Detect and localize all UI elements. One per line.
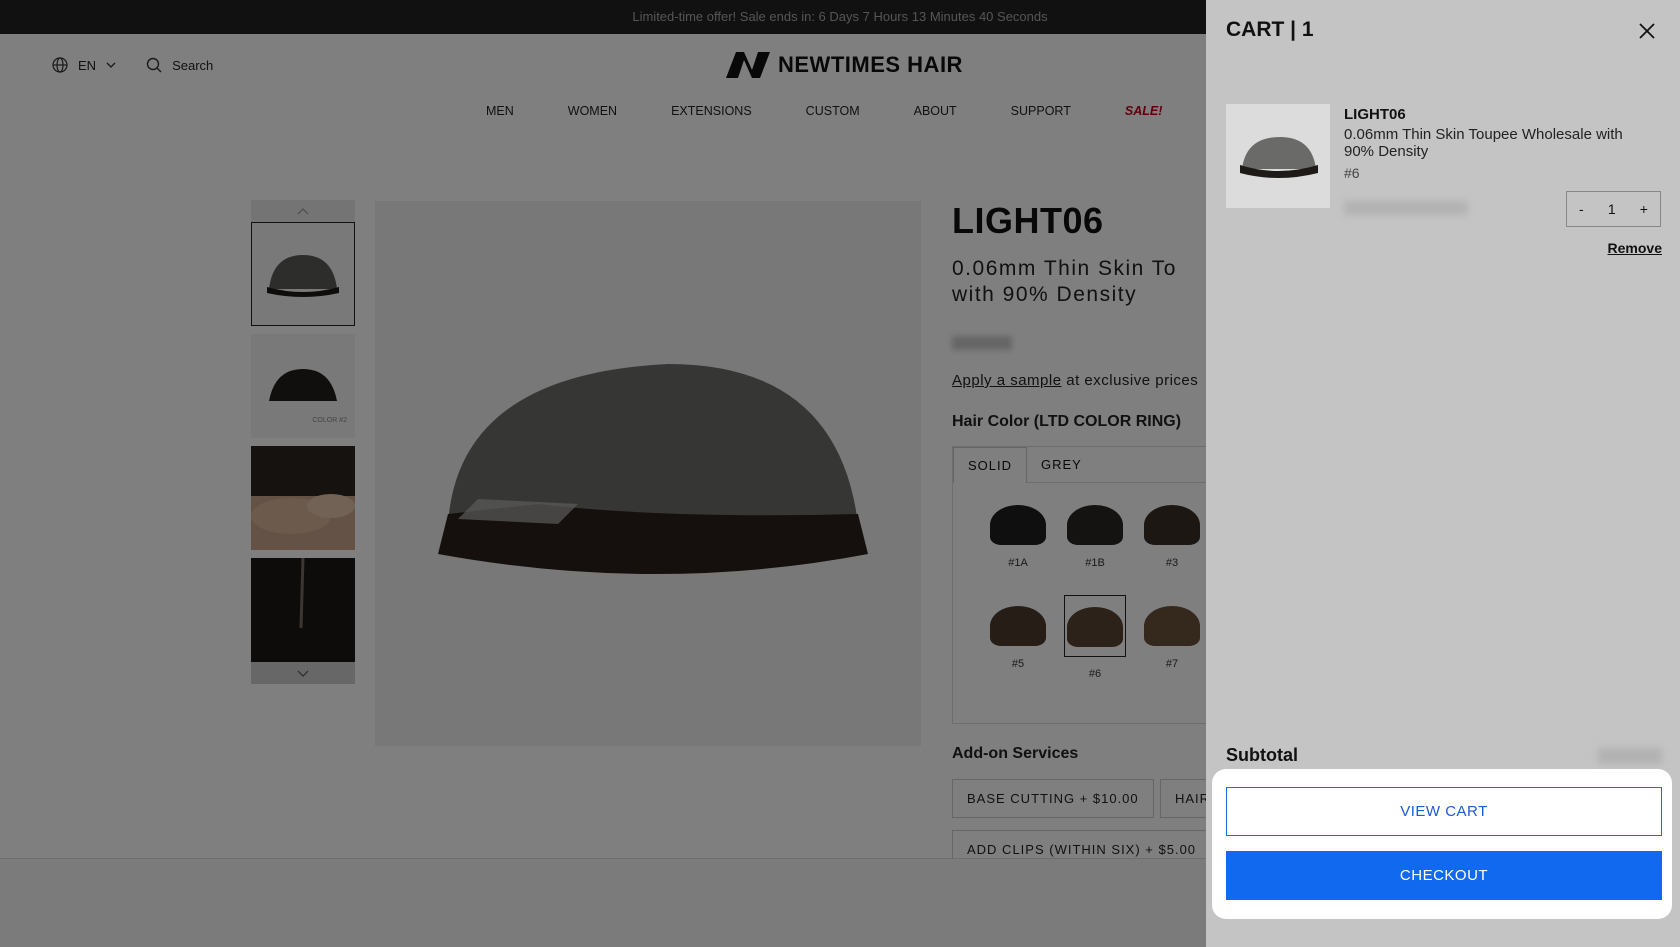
cart-item-description: 0.06mm Thin Skin Toupee Wholesale with 9…: [1344, 126, 1623, 160]
close-icon[interactable]: [1636, 20, 1658, 42]
quantity-value[interactable]: 1: [1608, 201, 1616, 217]
page-dim-overlay[interactable]: [0, 0, 1206, 947]
cart-actions-panel: VIEW CART CHECKOUT: [1212, 769, 1672, 919]
cart-item-variant: #6: [1344, 165, 1360, 181]
remove-item-link[interactable]: Remove: [1608, 240, 1662, 256]
cart-item-price-blurred: [1344, 201, 1468, 215]
quantity-decrease-button[interactable]: -: [1579, 201, 1584, 217]
cart-title: CART | 1: [1226, 18, 1314, 41]
checkout-button[interactable]: CHECKOUT: [1226, 851, 1662, 900]
cart-item-name[interactable]: LIGHT06: [1344, 106, 1406, 123]
view-cart-button[interactable]: VIEW CART: [1226, 787, 1662, 836]
cart-drawer: CART | 1 LIGHT06 0.06mm Thin Skin Toupee…: [1206, 0, 1680, 947]
cart-item-image[interactable]: [1226, 104, 1330, 208]
quantity-increase-button[interactable]: +: [1640, 201, 1648, 217]
quantity-stepper: - 1 +: [1566, 191, 1661, 227]
subtotal-value-blurred: [1598, 748, 1662, 764]
subtotal-label: Subtotal: [1226, 745, 1298, 765]
hairpiece-image: [1240, 137, 1318, 178]
